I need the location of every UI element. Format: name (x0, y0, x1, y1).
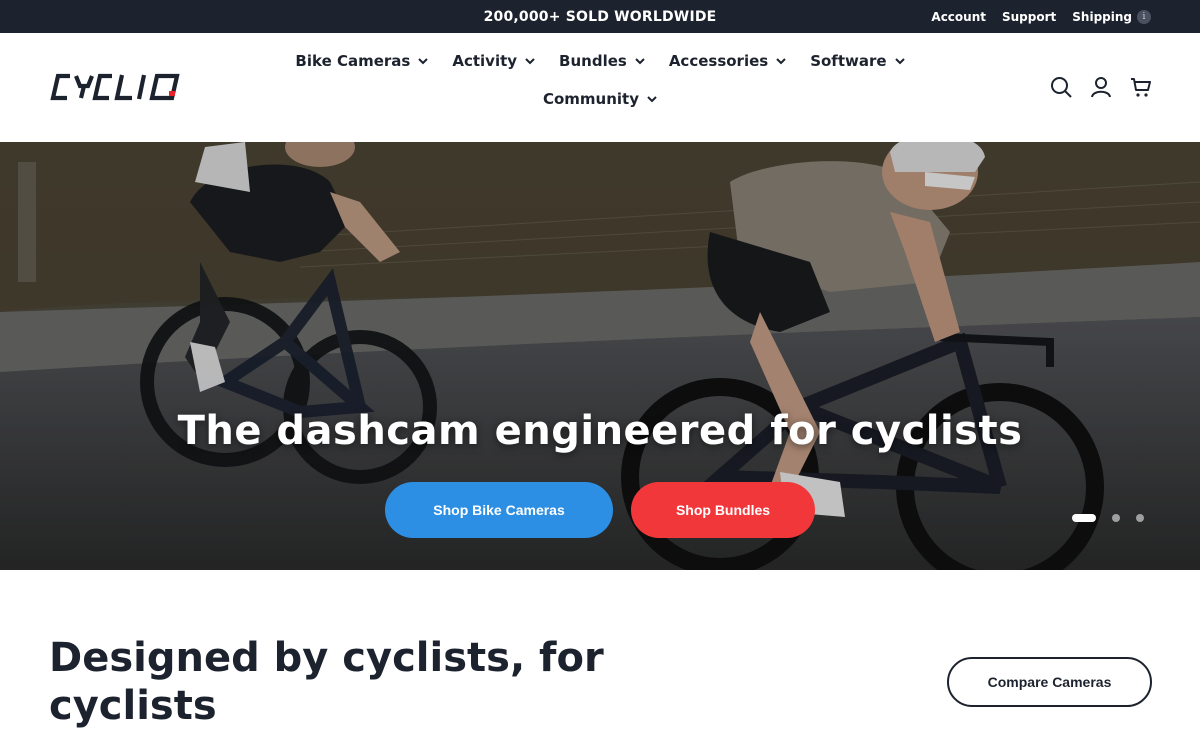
announcement-bar: 200,000+ SOLD WORLDWIDE Account Support … (0, 0, 1200, 33)
main-nav: Bike Cameras Activity Bundles Accessorie… (280, 49, 920, 111)
section-title: Designed by cyclists, for cyclists (49, 635, 604, 729)
carousel-dots (1072, 514, 1144, 522)
support-link[interactable]: Support (1002, 10, 1056, 24)
shipping-link-label: Shipping (1072, 9, 1132, 24)
nav-item-activity[interactable]: Activity (440, 49, 547, 73)
info-icon[interactable]: i (1137, 9, 1151, 24)
nav-item-bundles[interactable]: Bundles (547, 49, 657, 73)
search-icon[interactable] (1050, 76, 1072, 98)
chevron-down-icon (525, 57, 535, 64)
nav-item-label: Bike Cameras (295, 52, 411, 70)
cart-icon[interactable] (1130, 76, 1152, 98)
carousel-dot-1[interactable] (1072, 514, 1096, 522)
utility-links: Account Support Shipping i (931, 0, 1151, 33)
shop-bundles-button[interactable]: Shop Bundles (631, 482, 815, 538)
account-link[interactable]: Account (931, 10, 986, 24)
nav-item-software[interactable]: Software (798, 49, 916, 73)
nav-item-label: Accessories (668, 52, 769, 70)
chevron-down-icon (635, 57, 645, 64)
shop-bike-cameras-button[interactable]: Shop Bike Cameras (385, 482, 613, 538)
account-icon[interactable] (1090, 76, 1112, 98)
nav-item-community[interactable]: Community (531, 87, 669, 111)
header-icons (1050, 76, 1152, 98)
nav-item-label: Community (542, 90, 640, 108)
nav-item-accessories[interactable]: Accessories (657, 49, 798, 73)
nav-item-label: Software (810, 52, 887, 70)
compare-cameras-button[interactable]: Compare Cameras (947, 657, 1152, 707)
shipping-link[interactable]: Shipping i (1072, 9, 1151, 24)
nav-item-bike-cameras[interactable]: Bike Cameras (283, 49, 440, 73)
carousel-dot-2[interactable] (1112, 514, 1120, 522)
chevron-down-icon (647, 95, 657, 102)
chevron-down-icon (894, 57, 905, 64)
cycliq-logo[interactable] (50, 73, 196, 101)
site-header: Bike Cameras Activity Bundles Accessorie… (0, 33, 1200, 142)
carousel-dot-3[interactable] (1136, 514, 1144, 522)
hero-title: The dashcam engineered for cyclists (177, 408, 1023, 454)
chevron-down-icon (418, 57, 429, 64)
hero-banner: The dashcam engineered for cyclists Shop… (0, 142, 1200, 570)
nav-item-label: Activity (452, 52, 518, 70)
nav-item-label: Bundles (559, 52, 627, 70)
chevron-down-icon (776, 57, 786, 64)
